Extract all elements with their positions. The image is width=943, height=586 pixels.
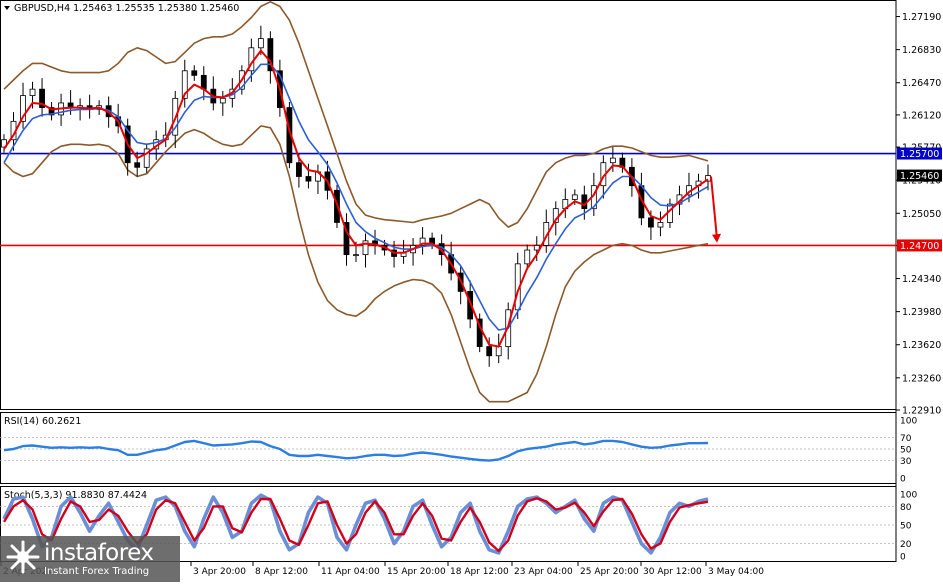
time-axis-label: 30 Apr 12:00 [643, 567, 702, 577]
osc-axis-label: 50 [900, 446, 912, 456]
candle-body [648, 217, 654, 228]
osc-axis-label: 0 [900, 553, 906, 563]
price-tick-label: 1.23980 [902, 307, 941, 318]
level-label: 1.24700 [900, 241, 939, 252]
candle-body [609, 157, 616, 164]
candle-body [257, 38, 264, 49]
time-axis-label: 11 Apr 04:00 [321, 567, 380, 577]
candle-body [486, 346, 493, 357]
logo-tagline: Instant Forex Trading [44, 566, 150, 577]
time-axis-label: 15 Apr 20:00 [387, 567, 446, 577]
osc-axis-label: 50 [900, 522, 912, 532]
time-axis-label: 8 Apr 12:00 [255, 567, 308, 577]
price-tick-label: 1.22910 [902, 406, 941, 417]
candle-body [305, 176, 312, 182]
level-label: 1.25700 [900, 149, 939, 160]
candle-body [657, 222, 664, 228]
price-tick-label: 1.24340 [902, 274, 941, 285]
price-tick-label: 1.23260 [902, 373, 941, 384]
candle-body [524, 249, 531, 265]
candle-body [219, 97, 226, 104]
pane-frame-1 [0, 412, 897, 484]
osc-axis-label: 100 [900, 491, 917, 501]
candle-body [353, 254, 359, 257]
candle-body [191, 70, 198, 76]
candle-body [571, 194, 578, 200]
candle-body [495, 346, 502, 357]
osc-axis-label: 30 [900, 457, 912, 467]
instaforex-logo-icon [6, 540, 40, 574]
candle-body [296, 162, 302, 177]
price-tick-label: 1.27190 [902, 12, 941, 23]
candle-body [29, 88, 36, 97]
price-tick-label: 1.25050 [902, 209, 941, 220]
logo-brand-text: instaforex [44, 540, 154, 566]
price-tick-label: 1.26830 [902, 45, 941, 56]
osc-axis-label: 0 [900, 475, 906, 485]
time-axis-label: 3 May 04:00 [708, 567, 764, 577]
candle-body [200, 74, 207, 90]
price-tick-label: 1.26470 [902, 78, 941, 89]
osc-axis-label: 70 [900, 434, 912, 444]
price-tick-label: 1.26120 [902, 110, 941, 121]
candle-body [134, 162, 141, 168]
current-price-label: 1.25460 [900, 171, 939, 182]
time-axis-label: 3 Apr 20:00 [193, 567, 246, 577]
osc-title: RSI(14) 60.2621 [4, 416, 81, 427]
pane-frame-0 [0, 0, 897, 410]
time-axis-label: 18 Apr 12:00 [450, 567, 509, 577]
chart-canvas: 1.271901.268301.264701.261201.257701.254… [0, 0, 942, 582]
chart-header: GBPUSD,H4 1.25463 1.25535 1.25380 1.2546… [14, 3, 239, 14]
price-tick-label: 1.23620 [902, 340, 941, 351]
time-axis-label: 23 Apr 04:00 [514, 567, 573, 577]
instaforex-logo: instaforex Instant Forex Trading [4, 538, 180, 580]
osc-axis-label: 20 [900, 540, 912, 550]
chart-area: 1.271901.268301.264701.261201.257701.254… [0, 0, 943, 582]
osc-axis-label: 100 [900, 417, 917, 427]
osc-axis-label: 80 [900, 503, 912, 513]
time-axis-label: 25 Apr 20:00 [580, 567, 639, 577]
